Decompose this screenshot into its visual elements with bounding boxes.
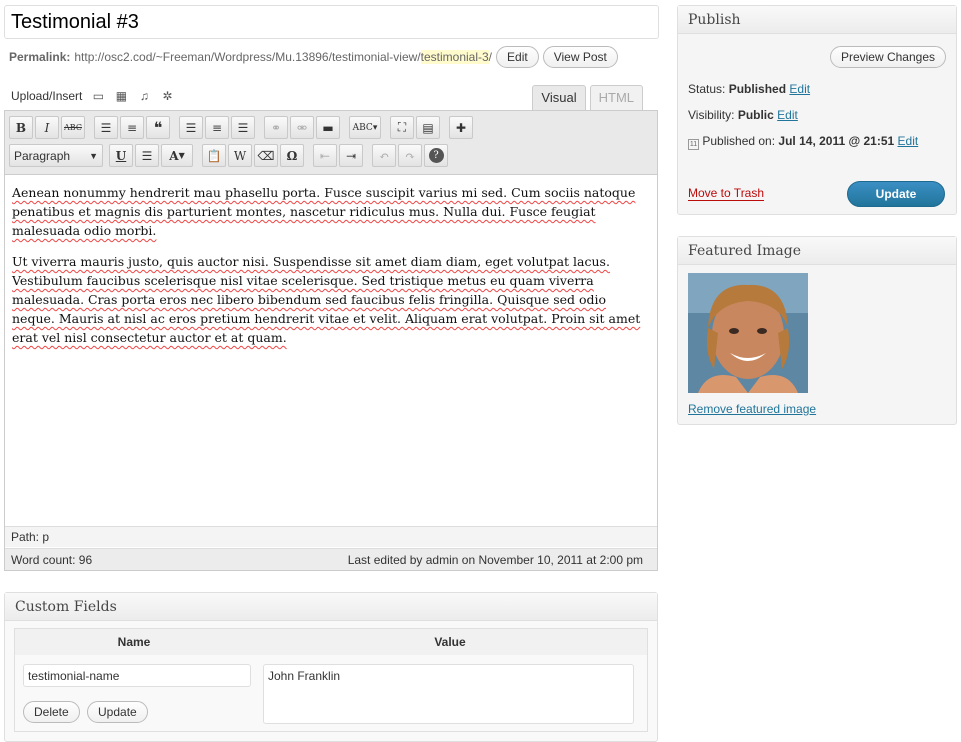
editor-toolbar: B I ABC ☰ ≡ ❝ ☰ ≡ ☰ ⚭ ⚮ ▬ ABC▾ ⛶ ▤ ✚ Par… bbox=[5, 111, 657, 175]
outdent-icon[interactable]: ⇤ bbox=[313, 144, 337, 167]
special-char-icon[interactable]: Ω bbox=[280, 144, 304, 167]
edit-permalink-button[interactable]: Edit bbox=[496, 46, 539, 68]
remove-format-icon[interactable]: ⌫ bbox=[254, 144, 278, 167]
more-tag-icon[interactable]: ▬ bbox=[316, 116, 340, 139]
format-select-value: Paragraph bbox=[14, 148, 71, 163]
published-on-row: 11 Published on: Jul 14, 2011 @ 21:51 Ed… bbox=[688, 134, 918, 150]
featured-image-box: Featured Image Remove featured image bbox=[677, 236, 957, 425]
status-row: Status: Published Edit bbox=[688, 82, 810, 96]
featured-image-title[interactable]: Featured Image bbox=[678, 237, 956, 265]
justify-icon[interactable]: ☰ bbox=[135, 144, 159, 167]
toolbar-row-1: B I ABC ☰ ≡ ❝ ☰ ≡ ☰ ⚭ ⚮ ▬ ABC▾ ⛶ ▤ ✚ bbox=[9, 116, 475, 139]
tab-html[interactable]: HTML bbox=[589, 85, 643, 110]
portrait-image bbox=[688, 273, 808, 393]
upload-insert-label: Upload/Insert bbox=[11, 89, 83, 103]
upload-insert-bar: Upload/Insert ▭ ▦ ♫ ✲ bbox=[11, 89, 174, 103]
content-paragraph: Ut viverra mauris justo, quis auctor nis… bbox=[12, 254, 641, 345]
remove-featured-row: Remove featured image bbox=[688, 402, 816, 416]
name-column-header: Name bbox=[15, 629, 253, 655]
editor-path: Path: p bbox=[5, 526, 657, 547]
post-title-input[interactable]: Testimonial #3 bbox=[4, 5, 659, 39]
last-edited: Last edited by admin on November 10, 201… bbox=[347, 553, 643, 567]
numbered-list-icon[interactable]: ≡ bbox=[120, 116, 144, 139]
redo-icon[interactable]: ↷ bbox=[398, 144, 422, 167]
custom-fields-box: Custom Fields Name Value testimonial-nam… bbox=[4, 592, 658, 742]
visibility-value: Public bbox=[737, 108, 774, 122]
word-count: Word count: 96 bbox=[11, 553, 93, 567]
custom-field-value-input[interactable]: John Franklin bbox=[263, 664, 634, 724]
underline-icon[interactable]: U bbox=[109, 144, 133, 167]
editor-tabs: Visual HTML bbox=[528, 85, 643, 110]
editor-content[interactable]: Aenean nonummy hendrerit mau phasellu po… bbox=[5, 176, 657, 526]
custom-fields-table: Name Value testimonial-name John Frankli… bbox=[14, 628, 648, 732]
edit-date-link[interactable]: Edit bbox=[898, 134, 919, 148]
trash-row: Move to Trash bbox=[688, 186, 765, 201]
toolbar-row-2: Paragraph ▼ U ☰ A ▼ 📋 W ⌫ Ω ⇤ ⇥ ↶ ↷ ? bbox=[9, 144, 450, 167]
move-to-trash-link[interactable]: Move to Trash bbox=[688, 186, 765, 201]
permalink-label: Permalink: bbox=[9, 50, 71, 64]
unlink-icon[interactable]: ⚮ bbox=[290, 116, 314, 139]
fullscreen-icon[interactable]: ⛶ bbox=[390, 116, 414, 139]
edit-visibility-link[interactable]: Edit bbox=[777, 108, 798, 122]
text-color-icon[interactable]: A ▼ bbox=[161, 144, 193, 167]
content-paragraph: Aenean nonummy hendrerit mau phasellu po… bbox=[12, 185, 636, 238]
image-icon[interactable]: ▭ bbox=[91, 90, 105, 102]
publish-title[interactable]: Publish bbox=[678, 6, 956, 34]
link-icon[interactable]: ⚭ bbox=[264, 116, 288, 139]
custom-fields-title[interactable]: Custom Fields bbox=[5, 593, 657, 621]
status-label: Status: bbox=[688, 82, 726, 96]
paste-text-icon[interactable]: 📋 bbox=[202, 144, 226, 167]
kitchen-sink-icon[interactable]: ▤ bbox=[416, 116, 440, 139]
update-field-button[interactable]: Update bbox=[87, 701, 148, 723]
update-button[interactable]: Update bbox=[847, 181, 945, 207]
spellcheck-icon[interactable]: ABC▾ bbox=[349, 116, 381, 139]
preview-changes-button[interactable]: Preview Changes bbox=[829, 46, 946, 68]
editor-statusbar: Word count: 96 Last edited by admin on N… bbox=[5, 548, 657, 570]
media-icon[interactable]: ✲ bbox=[160, 90, 174, 102]
blockquote-icon[interactable]: ❝ bbox=[146, 116, 170, 139]
plugin-icon[interactable]: ✚ bbox=[449, 116, 473, 139]
chevron-down-icon: ▼ bbox=[89, 150, 98, 161]
permalink-slug[interactable]: testimonial-3 bbox=[420, 50, 489, 64]
paste-word-icon[interactable]: W bbox=[228, 144, 252, 167]
undo-icon[interactable]: ↶ bbox=[372, 144, 396, 167]
permalink-row: Permalink: http://osc2.cod/~Freeman/Word… bbox=[9, 46, 618, 68]
custom-field-name-input[interactable]: testimonial-name bbox=[23, 664, 251, 687]
format-select[interactable]: Paragraph ▼ bbox=[9, 144, 103, 167]
italic-icon[interactable]: I bbox=[35, 116, 59, 139]
published-value: Jul 14, 2011 @ 21:51 bbox=[778, 134, 895, 148]
visibility-label: Visibility: bbox=[688, 108, 735, 122]
publish-box: Publish Preview Changes Status: Publishe… bbox=[677, 5, 957, 215]
delete-field-button[interactable]: Delete bbox=[23, 701, 80, 723]
strikethrough-icon[interactable]: ABC bbox=[61, 116, 85, 139]
permalink-trailing: / bbox=[488, 50, 493, 64]
bullet-list-icon[interactable]: ☰ bbox=[94, 116, 118, 139]
tab-visual[interactable]: Visual bbox=[532, 85, 586, 110]
align-center-icon[interactable]: ≡ bbox=[205, 116, 229, 139]
permalink-url[interactable]: http://osc2.cod/~Freeman/Wordpress/Mu.13… bbox=[74, 50, 420, 64]
gallery-icon[interactable]: ▦ bbox=[114, 90, 128, 102]
value-column-header: Value bbox=[253, 629, 647, 655]
bold-icon[interactable]: B bbox=[9, 116, 33, 139]
audio-icon[interactable]: ♫ bbox=[137, 90, 151, 102]
edit-status-link[interactable]: Edit bbox=[789, 82, 810, 96]
help-icon[interactable]: ? bbox=[424, 144, 448, 167]
calendar-icon: 11 bbox=[688, 139, 699, 150]
align-left-icon[interactable]: ☰ bbox=[179, 116, 203, 139]
indent-icon[interactable]: ⇥ bbox=[339, 144, 363, 167]
published-label: Published on: bbox=[702, 134, 776, 148]
remove-featured-image-link[interactable]: Remove featured image bbox=[688, 402, 816, 416]
post-editor: B I ABC ☰ ≡ ❝ ☰ ≡ ☰ ⚭ ⚮ ▬ ABC▾ ⛶ ▤ ✚ Par… bbox=[4, 110, 658, 571]
align-right-icon[interactable]: ☰ bbox=[231, 116, 255, 139]
featured-image[interactable] bbox=[688, 273, 808, 393]
status-value: Published bbox=[728, 82, 787, 96]
visibility-row: Visibility: Public Edit bbox=[688, 108, 798, 122]
view-post-button[interactable]: View Post bbox=[542, 46, 618, 68]
